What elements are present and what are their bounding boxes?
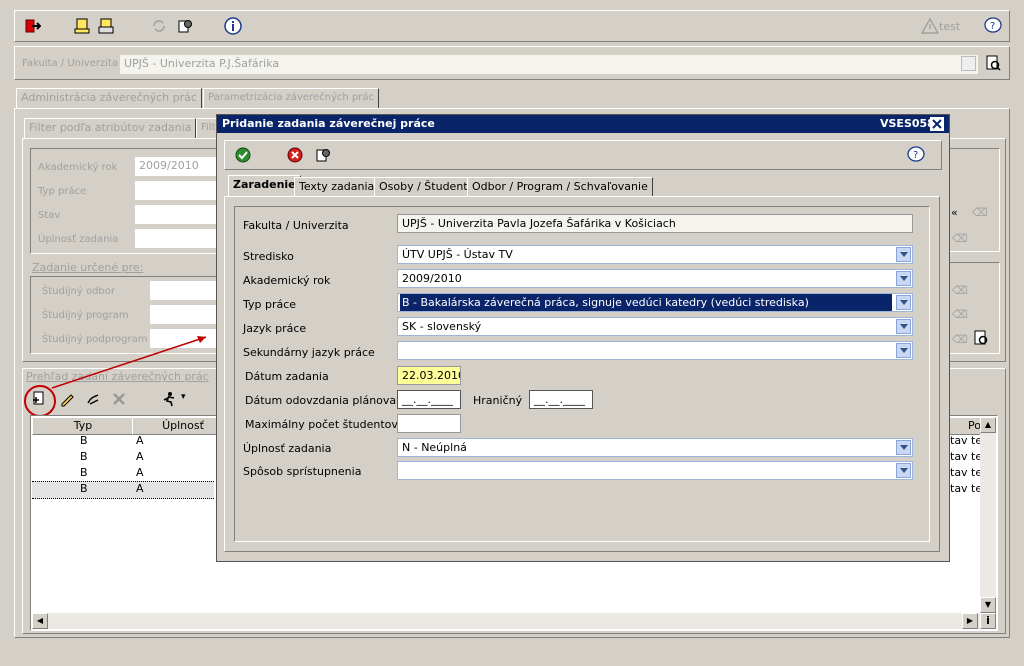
akademicky-rok-label: Akademický rok [243, 274, 331, 287]
dialog-title: Pridanie zadania záverečnej práce [222, 117, 435, 130]
datum-zadania-field[interactable]: 22.03.2010 [397, 366, 461, 385]
sekundarny-jazyk-select[interactable] [397, 341, 913, 360]
sposob-select[interactable] [397, 461, 913, 480]
cancel-icon[interactable] [286, 146, 304, 164]
akademicky-rok-value: 2009/2010 [402, 272, 462, 285]
chevron-down-icon[interactable] [896, 295, 911, 310]
stredisko-label: Stredisko [243, 250, 294, 263]
sposob-label: Spôsob sprístupnenia [243, 465, 362, 478]
chevron-down-icon[interactable] [896, 440, 911, 455]
tab-zaradenie[interactable]: Zaradenie [228, 175, 301, 197]
datum-zadania-label: Dátum zadania [245, 370, 329, 383]
tab-odbor-program[interactable]: Odbor / Program / Schvaľovanie [467, 177, 653, 197]
tab-texty-zadania[interactable]: Texty zadania [294, 177, 380, 197]
fakulta-field[interactable]: UPJŠ - Univerzita Pavla Jozefa Šafárika … [397, 214, 913, 233]
jazyk-prace-value: SK - slovenský [402, 320, 482, 333]
confirm-icon[interactable] [234, 146, 252, 164]
hranicny-field[interactable]: __.__.____ [529, 390, 593, 409]
typ-prace-select[interactable]: B - Bakalárska záverečná práca, signuje … [397, 293, 913, 312]
chevron-down-icon[interactable] [896, 319, 911, 334]
tab-osoby-studenti[interactable]: Osoby / Študenti [374, 177, 476, 197]
uplnost-value: N - Neúplná [402, 441, 467, 454]
help-icon[interactable]: ? [907, 146, 925, 164]
uplnost-select[interactable]: N - Neúplná [397, 438, 913, 457]
chevron-down-icon[interactable] [896, 463, 911, 478]
settings-icon[interactable] [314, 146, 332, 164]
jazyk-prace-label: Jazyk práce [243, 322, 307, 335]
max-pocet-label: Maximálny počet študentov [245, 418, 398, 431]
stredisko-select[interactable]: ÚTV UPJŠ - Ústav TV [397, 245, 913, 264]
chevron-down-icon[interactable] [896, 271, 911, 286]
chevron-down-icon[interactable] [896, 247, 911, 262]
max-pocet-field[interactable] [397, 414, 461, 433]
typ-prace-label: Typ práce [243, 298, 297, 311]
close-icon[interactable] [930, 117, 944, 131]
uplnost-label: Úplnosť zadania [243, 442, 332, 455]
akademicky-rok-select[interactable]: 2009/2010 [397, 269, 913, 288]
stredisko-value: ÚTV UPJŠ - Ústav TV [402, 248, 513, 261]
chevron-down-icon[interactable] [896, 343, 911, 358]
hranicny-label: Hraničný [473, 394, 523, 407]
datum-odovzdania-field[interactable]: __.__.____ [397, 390, 461, 409]
typ-prace-value: B - Bakalárska záverečná práca, signuje … [400, 294, 892, 311]
sekundarny-jazyk-label: Sekundárny jazyk práce [243, 346, 375, 359]
svg-text:?: ? [913, 150, 918, 161]
fakulta-label: Fakulta / Univerzita [243, 219, 349, 232]
jazyk-prace-select[interactable]: SK - slovenský [397, 317, 913, 336]
dialog-code: VSES058 [880, 117, 935, 130]
datum-odovzdania-label: Dátum odovzdania plánovaný [245, 394, 410, 407]
